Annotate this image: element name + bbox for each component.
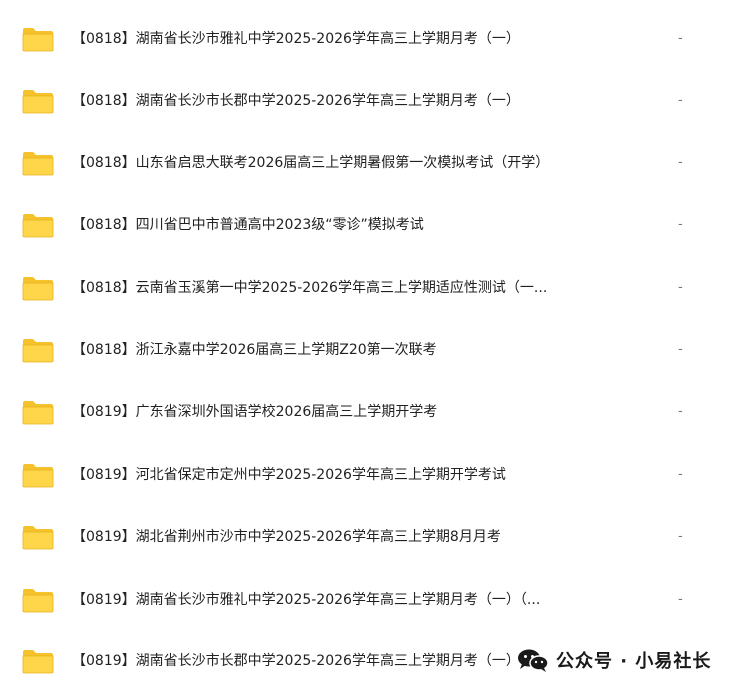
- folder-row[interactable]: 【0818】四川省巴中市普通高中2023级“零诊”模拟考试 -: [0, 200, 736, 250]
- folder-name: 【0818】云南省玉溪第一中学2025-2026学年高三上学期适应性测试（一..…: [72, 280, 548, 296]
- watermark-text: 公众号 · 小易社长: [556, 651, 712, 672]
- folder-size: -: [678, 155, 683, 170]
- folder-row[interactable]: 【0818】湖南省长沙市长郡中学2025-2026学年高三上学期月考（一） -: [0, 76, 736, 126]
- folder-icon: [22, 88, 54, 114]
- folder-row[interactable]: 【0819】河北省保定市定州中学2025-2026学年高三上学期开学考试 -: [0, 450, 736, 500]
- folder-row[interactable]: 【0819】湖南省长沙市雅礼中学2025-2026学年高三上学期月考（一）（..…: [0, 575, 736, 625]
- folder-name: 【0818】四川省巴中市普通高中2023级“零诊”模拟考试: [72, 217, 424, 233]
- folder-icon: [22, 26, 54, 52]
- folder-row[interactable]: 【0818】山东省启思大联考2026届高三上学期暑假第一次模拟考试（开学） -: [0, 138, 736, 188]
- folder-icon: [22, 275, 54, 301]
- folder-row[interactable]: 【0819】湖北省荆州市沙市中学2025-2026学年高三上学期8月月考 -: [0, 512, 736, 562]
- folder-size: -: [678, 529, 683, 544]
- folder-size: -: [678, 592, 683, 607]
- folder-row[interactable]: 【0818】云南省玉溪第一中学2025-2026学年高三上学期适应性测试（一..…: [0, 263, 736, 313]
- folder-icon: [22, 524, 54, 550]
- folder-name: 【0818】山东省启思大联考2026届高三上学期暑假第一次模拟考试（开学）: [72, 155, 550, 171]
- wechat-icon: [518, 649, 549, 672]
- folder-size: -: [678, 31, 683, 46]
- folder-size: -: [678, 217, 683, 232]
- folder-size: -: [678, 467, 683, 482]
- folder-name: 【0818】浙江永嘉中学2026届高三上学期Z20第一次联考: [72, 342, 437, 358]
- watermark: 公众号 · 小易社长: [512, 644, 718, 676]
- folder-row[interactable]: 【0818】湖南省长沙市雅礼中学2025-2026学年高三上学期月考（一） -: [0, 14, 736, 64]
- file-list: 【0818】湖南省长沙市雅礼中学2025-2026学年高三上学期月考（一） - …: [0, 0, 736, 688]
- folder-icon: [22, 150, 54, 176]
- folder-icon: [22, 337, 54, 363]
- folder-icon: [22, 648, 54, 674]
- folder-icon: [22, 462, 54, 488]
- folder-name: 【0818】湖南省长沙市雅礼中学2025-2026学年高三上学期月考（一）: [72, 31, 520, 47]
- folder-icon: [22, 212, 54, 238]
- folder-size: -: [678, 342, 683, 357]
- folder-icon: [22, 399, 54, 425]
- folder-name: 【0819】河北省保定市定州中学2025-2026学年高三上学期开学考试: [72, 467, 506, 483]
- folder-name: 【0819】湖北省荆州市沙市中学2025-2026学年高三上学期8月月考: [72, 529, 501, 545]
- folder-row[interactable]: 【0819】广东省深圳外国语学校2026届高三上学期开学考 -: [0, 387, 736, 437]
- folder-name: 【0819】湖南省长沙市雅礼中学2025-2026学年高三上学期月考（一）（..…: [72, 592, 541, 608]
- folder-name: 【0819】广东省深圳外国语学校2026届高三上学期开学考: [72, 404, 438, 420]
- folder-icon: [22, 587, 54, 613]
- folder-name: 【0818】湖南省长沙市长郡中学2025-2026学年高三上学期月考（一）: [72, 93, 520, 109]
- folder-size: -: [678, 93, 683, 108]
- folder-size: -: [678, 280, 683, 295]
- folder-row[interactable]: 【0818】浙江永嘉中学2026届高三上学期Z20第一次联考 -: [0, 325, 736, 375]
- folder-size: -: [678, 404, 683, 419]
